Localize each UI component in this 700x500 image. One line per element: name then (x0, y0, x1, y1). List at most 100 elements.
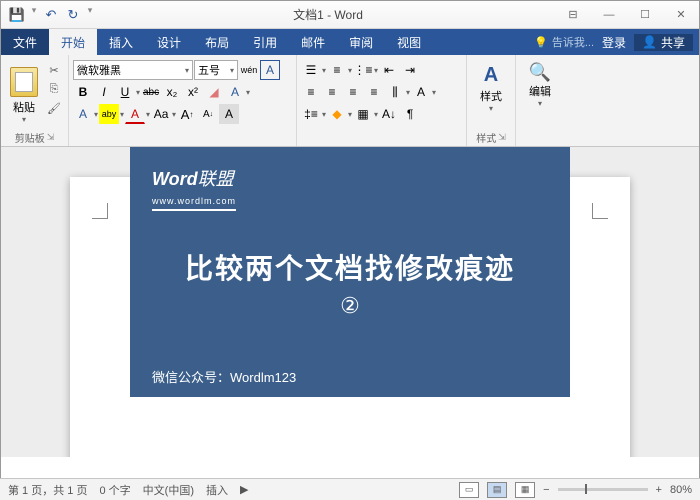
undo-button[interactable]: ↶ (41, 5, 61, 25)
font-name-select[interactable]: 微软雅黑▾ (73, 60, 193, 80)
tab-review[interactable]: 审阅 (337, 29, 385, 55)
share-button[interactable]: 👤共享 (634, 34, 693, 51)
login-link[interactable]: 登录 (602, 34, 626, 51)
zoom-out-button[interactable]: − (543, 484, 549, 496)
read-mode-button[interactable]: ▭ (459, 482, 479, 498)
titlebar: 💾 ▾ ↶ ↻ ▾ 文档1 - Word ⊟ — ☐ ✕ (1, 1, 699, 29)
char-border-button[interactable]: A (260, 60, 280, 80)
case-button[interactable]: Aa (151, 104, 171, 124)
statusbar: 第 1 页，共 1 页 0 个字 中文(中国) 插入 ▶ ▭ ▤ ▦ − + 8… (0, 478, 700, 500)
ribbon-options-icon[interactable]: ⊟ (555, 1, 591, 29)
tell-me-search[interactable]: 💡告诉我... (534, 34, 594, 50)
char-shading-button[interactable]: A (219, 104, 239, 124)
margin-corner-icon (92, 203, 108, 219)
word-count[interactable]: 0 个字 (99, 482, 130, 498)
qat-dropdown[interactable]: ▾ (29, 5, 39, 25)
superscript-button[interactable]: x² (183, 82, 203, 102)
slide-title: 比较两个文档找修改痕迹 (152, 247, 548, 287)
document-area[interactable]: Word联盟 www.wordlm.com 比较两个文档找修改痕迹 ② 微信公众… (1, 147, 699, 457)
styles-launcher[interactable]: ⇲ (498, 132, 506, 143)
redo-button[interactable]: ↻ (63, 5, 83, 25)
close-button[interactable]: ✕ (663, 1, 699, 29)
ruby-button[interactable]: wén (239, 60, 259, 80)
copy-button[interactable]: ⎘ (45, 80, 63, 98)
bold-button[interactable]: B (73, 82, 93, 102)
grow-font-button[interactable]: A↑ (177, 104, 197, 124)
print-layout-button[interactable]: ▤ (487, 482, 507, 498)
shrink-font-button[interactable]: A↓ (198, 104, 218, 124)
numbering-button[interactable]: ≡ (327, 60, 347, 80)
maximize-button[interactable]: ☐ (627, 1, 663, 29)
tab-insert[interactable]: 插入 (97, 29, 145, 55)
bulb-icon: 💡 (534, 36, 548, 49)
window-title: 文档1 - Word (101, 6, 555, 23)
clear-format-button[interactable]: A (73, 104, 93, 124)
paste-icon (10, 67, 38, 97)
align-left-button[interactable]: ≡ (301, 82, 321, 102)
zoom-slider[interactable] (558, 488, 648, 491)
group-paragraph: ☰▾ ≡▾ ⋮≡▾ ⇤ ⇥ ≡ ≡ ≡ ≡ ⫼ ▾ A▾ ‡≡▾ ◆▾ ▦▾ A… (297, 55, 467, 146)
content-slide: Word联盟 www.wordlm.com 比较两个文档找修改痕迹 ② 微信公众… (130, 147, 570, 397)
web-layout-button[interactable]: ▦ (515, 482, 535, 498)
tab-file[interactable]: 文件 (1, 29, 49, 55)
ribbon: 粘贴 ▾ ✂ ⎘ 🖌 剪贴板⇲ 微软雅黑▾ 五号▾ wén A B I U ▾ (1, 55, 699, 147)
macro-icon[interactable]: ▶ (240, 483, 248, 496)
subscript-button[interactable]: x₂ (162, 82, 182, 102)
zoom-in-button[interactable]: + (656, 484, 662, 496)
increase-indent-button[interactable]: ⇥ (400, 60, 420, 80)
find-icon: 🔍 (529, 62, 551, 83)
styles-icon: A (478, 62, 504, 88)
underline-button[interactable]: U (115, 82, 135, 102)
bullets-button[interactable]: ☰ (301, 60, 321, 80)
insert-mode[interactable]: 插入 (206, 482, 228, 498)
decrease-indent-button[interactable]: ⇤ (379, 60, 399, 80)
distribute-button[interactable]: ⫼ (385, 82, 405, 102)
text-effects-button[interactable]: A (225, 82, 245, 102)
shading-button[interactable]: ◆ (327, 104, 347, 124)
save-button[interactable]: 💾 (7, 5, 27, 25)
qat-customize[interactable]: ▾ (85, 5, 95, 25)
slide-footer: 微信公众号：Wordlm123 (152, 367, 548, 386)
styles-button[interactable]: A 样式▾ (471, 57, 511, 114)
sort-button[interactable]: A↓ (379, 104, 399, 124)
tab-design[interactable]: 设计 (145, 29, 193, 55)
line-spacing-button[interactable]: ‡≡ (301, 104, 321, 124)
tab-view[interactable]: 视图 (385, 29, 433, 55)
clipboard-launcher[interactable]: ⇲ (47, 132, 55, 143)
page: Word联盟 www.wordlm.com 比较两个文档找修改痕迹 ② 微信公众… (70, 177, 630, 457)
slide-number: ② (152, 293, 548, 319)
tab-references[interactable]: 引用 (241, 29, 289, 55)
page-indicator[interactable]: 第 1 页，共 1 页 (8, 482, 87, 498)
quick-access-toolbar: 💾 ▾ ↶ ↻ ▾ (1, 5, 101, 25)
editing-button[interactable]: 🔍 编辑▾ (520, 57, 560, 109)
asian-layout-button[interactable]: A (411, 82, 431, 102)
font-color-button[interactable]: A (125, 104, 145, 124)
cut-button[interactable]: ✂ (45, 61, 63, 79)
margin-corner-icon (592, 203, 608, 219)
align-right-button[interactable]: ≡ (343, 82, 363, 102)
share-icon: 👤 (642, 35, 657, 49)
show-marks-button[interactable]: ¶ (400, 104, 420, 124)
slide-url: www.wordlm.com (152, 196, 236, 211)
justify-button[interactable]: ≡ (364, 82, 384, 102)
group-editing: 🔍 编辑▾ . (516, 55, 564, 146)
multilevel-button[interactable]: ⋮≡ (353, 60, 373, 80)
tab-layout[interactable]: 布局 (193, 29, 241, 55)
align-center-button[interactable]: ≡ (322, 82, 342, 102)
language-indicator[interactable]: 中文(中国) (143, 482, 194, 498)
zoom-level[interactable]: 80% (670, 484, 692, 496)
italic-button[interactable]: I (94, 82, 114, 102)
borders-button[interactable]: ▦ (353, 104, 373, 124)
eraser-icon[interactable]: ◢ (204, 82, 224, 102)
paste-button[interactable]: 粘贴 ▾ (5, 57, 43, 129)
window-controls: ⊟ — ☐ ✕ (555, 1, 699, 29)
minimize-button[interactable]: — (591, 1, 627, 29)
strike-button[interactable]: abc (141, 82, 161, 102)
highlight-button[interactable]: aby (99, 104, 119, 124)
font-size-select[interactable]: 五号▾ (194, 60, 238, 80)
slide-logo: Word联盟 (152, 165, 548, 191)
tab-mailings[interactable]: 邮件 (289, 29, 337, 55)
group-font: 微软雅黑▾ 五号▾ wén A B I U ▾ abc x₂ x² ◢ A ▾ … (69, 55, 297, 146)
tab-home[interactable]: 开始 (49, 29, 97, 55)
format-painter-button[interactable]: 🖌 (45, 99, 63, 117)
